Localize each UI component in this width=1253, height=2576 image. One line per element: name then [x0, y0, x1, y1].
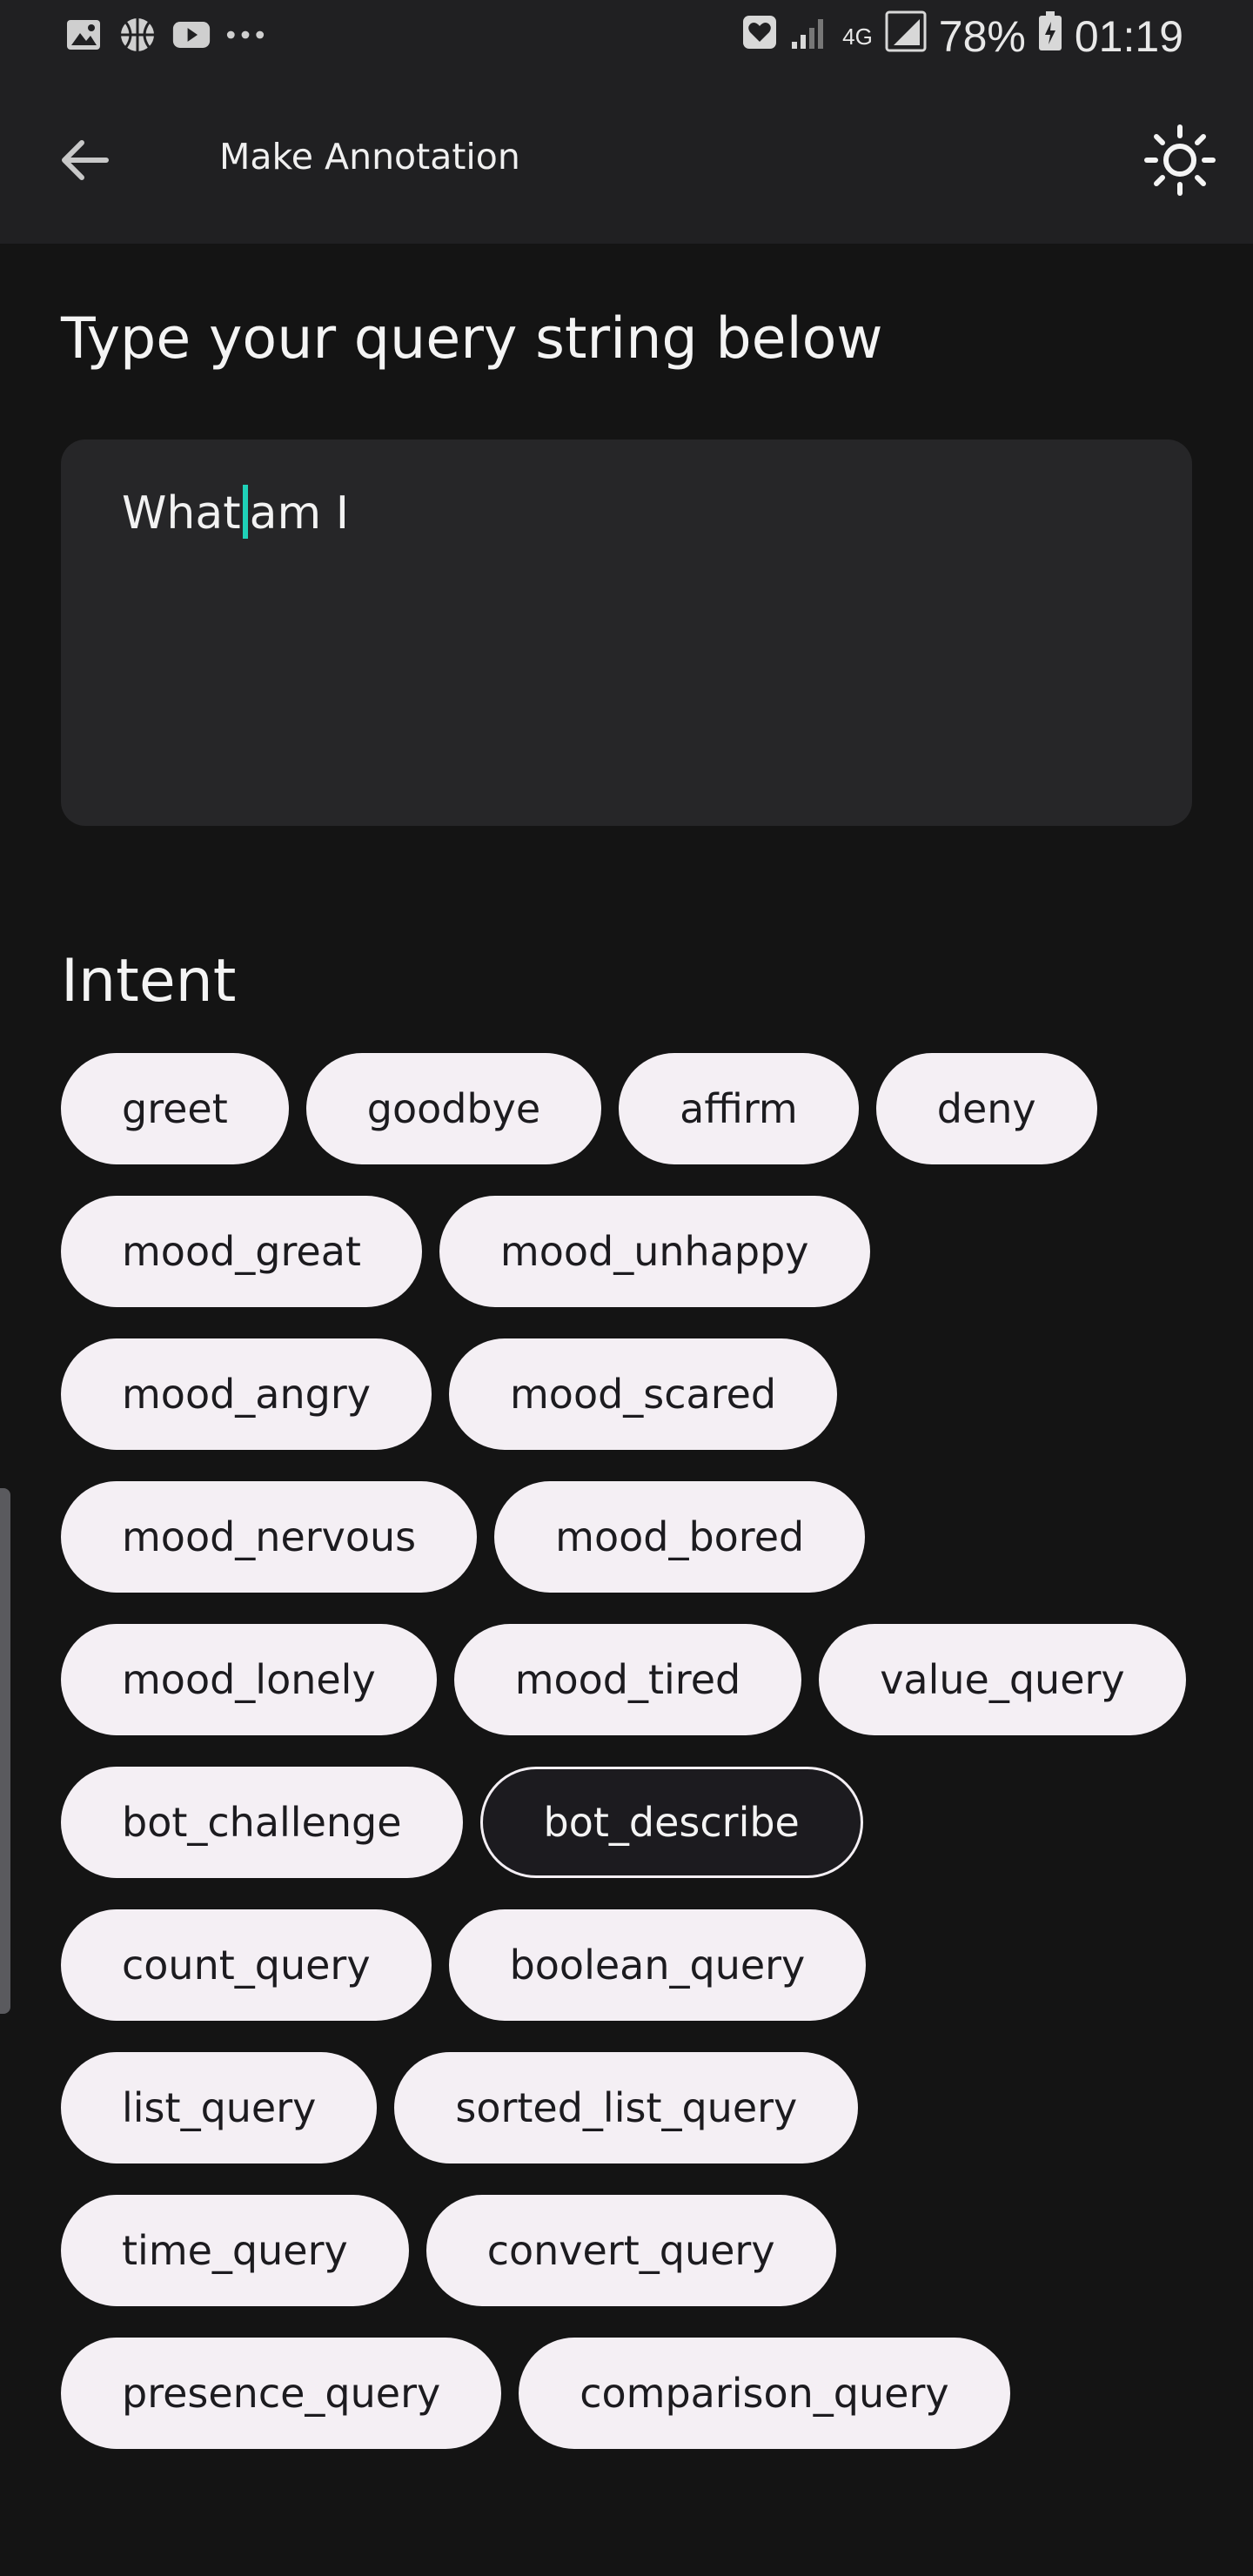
more-dots-icon	[226, 16, 265, 54]
intent-chip-mood-lonely[interactable]: mood_lonely	[61, 1624, 437, 1735]
battery-percent: 78%	[938, 12, 1026, 61]
sun-icon	[1144, 124, 1216, 196]
basketball-icon	[118, 16, 157, 54]
intent-chip-row: list_query sorted_list_query	[61, 2052, 1192, 2163]
intent-chip-row: mood_great mood_unhappy	[61, 1196, 1192, 1307]
intent-chip-mood-angry[interactable]: mood_angry	[61, 1338, 432, 1450]
status-bar-system: 4G 78% 01:19	[741, 10, 1183, 63]
signal-icon	[790, 12, 830, 61]
query-input[interactable]: What am I	[61, 439, 1192, 826]
intent-chip-time-query[interactable]: time_query	[61, 2195, 409, 2306]
intent-chip-sorted-list-query[interactable]: sorted_list_query	[394, 2052, 859, 2163]
gallery-icon	[64, 16, 103, 54]
intent-chip-convert-query[interactable]: convert_query	[425, 2195, 836, 2306]
intent-chip-presence-query[interactable]: presence_query	[61, 2338, 502, 2449]
clock: 01:19	[1074, 12, 1183, 61]
arrow-back-icon	[62, 140, 109, 180]
intent-chip-mood-unhappy[interactable]: mood_unhappy	[439, 1196, 870, 1307]
query-prompt-heading: Type your query string below	[61, 306, 883, 372]
battery-icon	[1038, 11, 1062, 62]
intent-chip-row: mood_lonely mood_tired value_query	[61, 1624, 1192, 1735]
edge-panel-handle[interactable]	[0, 1488, 10, 2014]
intent-chip-mood-tired[interactable]: mood_tired	[453, 1624, 802, 1735]
intent-chip-mood-great[interactable]: mood_great	[61, 1196, 422, 1307]
intent-chip-row: presence_query comparison_query	[61, 2338, 1192, 2449]
app-bar: Make Annotation	[0, 73, 1253, 244]
intent-chip-row: mood_angry mood_scared	[61, 1338, 1192, 1450]
signal-secondary-icon	[885, 10, 927, 63]
query-text-before-cursor: What	[122, 487, 241, 540]
intent-chip-row: bot_challenge bot_describe	[61, 1767, 1192, 1878]
intent-chip-row: count_query boolean_query	[61, 1909, 1192, 2021]
intent-chip-deny[interactable]: deny	[875, 1053, 1097, 1164]
intent-chip-value-query[interactable]: value_query	[819, 1624, 1186, 1735]
intent-chip-comparison-query[interactable]: comparison_query	[519, 2338, 1010, 2449]
intent-chip-greet[interactable]: greet	[61, 1053, 289, 1164]
intent-chip-goodbye[interactable]: goodbye	[305, 1053, 602, 1164]
status-bar: 4G 78% 01:19	[0, 0, 1253, 73]
intent-chip-row: mood_nervous mood_bored	[61, 1481, 1192, 1593]
intent-chip-row: time_query convert_query	[61, 2195, 1192, 2306]
status-bar-notifications	[64, 16, 265, 54]
theme-toggle-button[interactable]	[1138, 118, 1222, 202]
intent-chip-mood-nervous[interactable]: mood_nervous	[61, 1481, 478, 1593]
intent-chip-count-query[interactable]: count_query	[61, 1909, 432, 2021]
intent-chip-list-query[interactable]: list_query	[61, 2052, 378, 2163]
back-button[interactable]	[49, 124, 122, 197]
network-type: 4G	[842, 23, 873, 50]
intent-heading: Intent	[61, 947, 237, 1016]
intent-chip-mood-bored[interactable]: mood_bored	[494, 1481, 866, 1593]
intent-chip-group: greet goodbye affirm deny mood_great mood_unh…	[61, 1053, 1192, 2480]
heart-notification-icon	[741, 12, 778, 61]
page-title: Make Annotation	[219, 136, 520, 178]
query-input-value: What am I	[122, 485, 349, 540]
youtube-icon	[172, 16, 211, 54]
intent-chip-bot-describe[interactable]: bot_describe	[479, 1767, 863, 1878]
intent-chip-boolean-query[interactable]: boolean_query	[448, 1909, 867, 2021]
intent-chip-row: greet goodbye affirm deny	[61, 1053, 1192, 1164]
query-text-after-cursor: am I	[249, 487, 350, 540]
intent-chip-bot-challenge[interactable]: bot_challenge	[61, 1767, 463, 1878]
intent-chip-affirm[interactable]: affirm	[619, 1053, 859, 1164]
text-cursor	[242, 485, 248, 539]
intent-chip-mood-scared[interactable]: mood_scared	[448, 1338, 838, 1450]
